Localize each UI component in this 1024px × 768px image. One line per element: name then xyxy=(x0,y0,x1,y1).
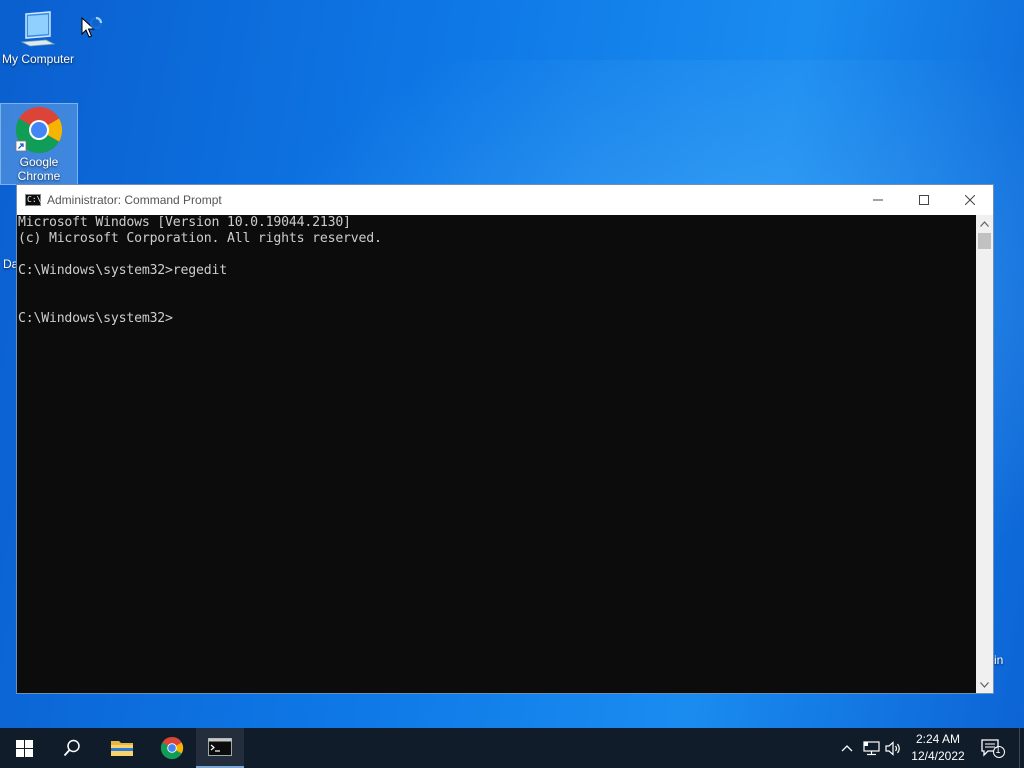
scroll-up-button[interactable] xyxy=(976,215,993,232)
taskbar-google-chrome[interactable] xyxy=(148,728,196,768)
search-button[interactable] xyxy=(48,728,96,768)
network-icon xyxy=(862,740,880,755)
volume-button[interactable] xyxy=(883,728,905,768)
desktop-icon-partial-label: in xyxy=(994,653,1004,667)
computer-icon xyxy=(20,11,56,47)
console-prompt-line: C:\Windows\system32> xyxy=(18,311,173,326)
folder-icon xyxy=(111,741,133,756)
speaker-icon xyxy=(885,740,900,756)
command-prompt-window[interactable]: C:\ Administrator: Command Prompt Micros… xyxy=(16,184,994,694)
title-bar[interactable]: C:\ Administrator: Command Prompt xyxy=(17,185,993,215)
console-line: C:\Windows\system32>regedit xyxy=(18,263,227,278)
desktop-icon-google-chrome[interactable]: Google Chrome xyxy=(0,103,78,185)
mouse-cursor-icon xyxy=(81,16,103,38)
action-center-button[interactable]: 1 xyxy=(978,728,1008,768)
clock-time: 2:24 AM xyxy=(915,732,961,746)
start-button[interactable] xyxy=(0,728,48,768)
search-icon xyxy=(63,739,80,757)
show-desktop-button[interactable] xyxy=(1019,728,1024,768)
desktop-icon-label: Google Chrome xyxy=(17,155,61,183)
scroll-down-button[interactable] xyxy=(976,676,993,693)
console-output[interactable]: Microsoft Windows [Version 10.0.19044.21… xyxy=(17,215,977,693)
window-title: Administrator: Command Prompt xyxy=(47,193,222,207)
vertical-scrollbar[interactable] xyxy=(976,215,993,693)
minimize-icon xyxy=(873,199,883,201)
chevron-up-icon xyxy=(980,220,989,227)
show-hidden-icons-button[interactable] xyxy=(836,728,858,768)
network-button[interactable] xyxy=(860,728,882,768)
chrome-icon xyxy=(160,736,184,760)
windows-logo-icon xyxy=(15,739,33,757)
cmd-icon xyxy=(208,738,232,756)
maximize-button[interactable] xyxy=(901,185,947,215)
system-clock[interactable]: 2:24 AM 12/4/2022 xyxy=(904,728,972,768)
chevron-down-icon xyxy=(980,681,989,688)
notification-count-badge: 1 xyxy=(995,745,1001,755)
taskbar: 2:24 AM 12/4/2022 1 xyxy=(0,728,1024,768)
minimize-button[interactable] xyxy=(855,185,901,215)
close-button[interactable] xyxy=(947,185,993,215)
taskbar-command-prompt[interactable] xyxy=(196,728,244,768)
close-icon xyxy=(965,195,975,205)
maximize-icon xyxy=(919,195,929,205)
console-line: (c) Microsoft Corporation. All rights re… xyxy=(18,231,382,246)
clock-date: 12/4/2022 xyxy=(911,749,965,763)
console-line: Microsoft Windows [Version 10.0.19044.21… xyxy=(18,215,351,230)
chrome-icon xyxy=(15,106,63,154)
scrollbar-thumb[interactable] xyxy=(978,233,991,249)
desktop-icon-label: My Computer xyxy=(1,52,75,66)
cmd-icon: C:\ xyxy=(25,194,42,206)
chevron-up-icon xyxy=(841,745,853,752)
desktop-icon-my-computer[interactable]: My Computer xyxy=(0,8,76,72)
taskbar-file-explorer[interactable] xyxy=(98,728,146,768)
